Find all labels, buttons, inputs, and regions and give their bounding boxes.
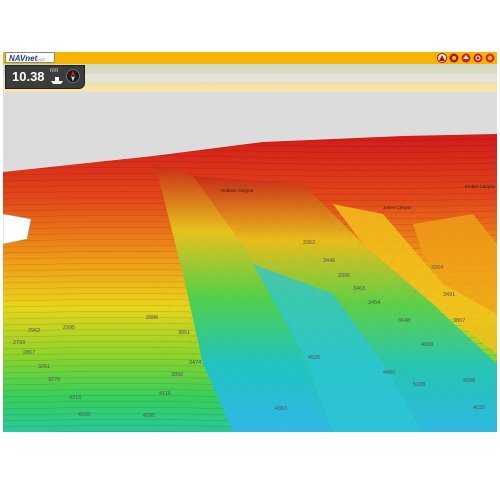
range-unit: nm: [50, 68, 59, 74]
navnet-logo: NAVnetVX2: [5, 52, 55, 63]
settings-icon[interactable]: [485, 53, 495, 63]
depth-label: 3454: [368, 300, 380, 306]
gps-icon[interactable]: [473, 53, 483, 63]
depth-label: 3395: [338, 273, 350, 279]
map-svg: Hudson Canyon Jones Canyon Ember Canyon …: [3, 64, 497, 432]
boat-icon: [51, 77, 63, 84]
radar-icon[interactable]: [449, 53, 459, 63]
range-scale-panel[interactable]: 10.38 nm: [5, 65, 85, 89]
north-compass-icon[interactable]: [66, 69, 80, 83]
depth-label: 4328: [78, 412, 90, 418]
depth-label: 4215: [69, 395, 81, 401]
warning-icon[interactable]: [437, 53, 447, 63]
depth-label: 3867: [453, 318, 465, 324]
depth-label: 4363: [275, 406, 287, 412]
depth-label: 3446: [323, 258, 335, 264]
logo-suffix: VX2: [37, 57, 45, 62]
depth-label: 4116: [159, 391, 171, 397]
canyon-contours: [155, 134, 497, 432]
chart-plotter-window: NAVnetVX2 Hudson Canyon Jones Canyon Emb…: [3, 52, 497, 432]
ais-icon[interactable]: [461, 53, 471, 63]
depth-label: 2867: [23, 350, 35, 356]
depth-label: 4068: [421, 342, 433, 348]
bathymetry-3d-view[interactable]: Hudson Canyon Jones Canyon Ember Canyon …: [3, 64, 497, 432]
depth-label: 4295: [143, 413, 155, 419]
range-value: 10.38: [12, 69, 45, 84]
canyon-label: Jones Canyon: [383, 205, 412, 210]
depth-label: 4525: [308, 355, 320, 361]
depth-label: 5208: [413, 382, 425, 388]
depth-label: 3276: [48, 377, 60, 383]
depth-label: 2986: [146, 315, 158, 321]
depth-label: 4532: [473, 405, 485, 411]
depth-label: 2995: [63, 325, 75, 331]
depth-label: 3850: [171, 372, 183, 378]
status-icons: [437, 53, 495, 63]
depth-label: 3648: [398, 318, 410, 324]
depth-label: 4490: [383, 370, 395, 376]
depth-label: 2962: [28, 328, 40, 334]
depth-label: 2793: [13, 340, 25, 346]
canyon-label: Ember Canyon: [465, 184, 496, 189]
depth-label: 3362: [303, 240, 315, 246]
logo-text: NAVnet: [9, 54, 38, 63]
depth-label: 3051: [178, 330, 190, 336]
canyon-label: Hudson Canyon: [221, 188, 254, 193]
depth-label: 4268: [463, 378, 475, 384]
depth-label: 3264: [431, 265, 443, 271]
depth-label: 3261: [38, 364, 50, 370]
depth-label: 3491: [443, 292, 455, 298]
depth-label: 3474: [189, 360, 201, 366]
depth-label: 3463: [353, 286, 365, 292]
